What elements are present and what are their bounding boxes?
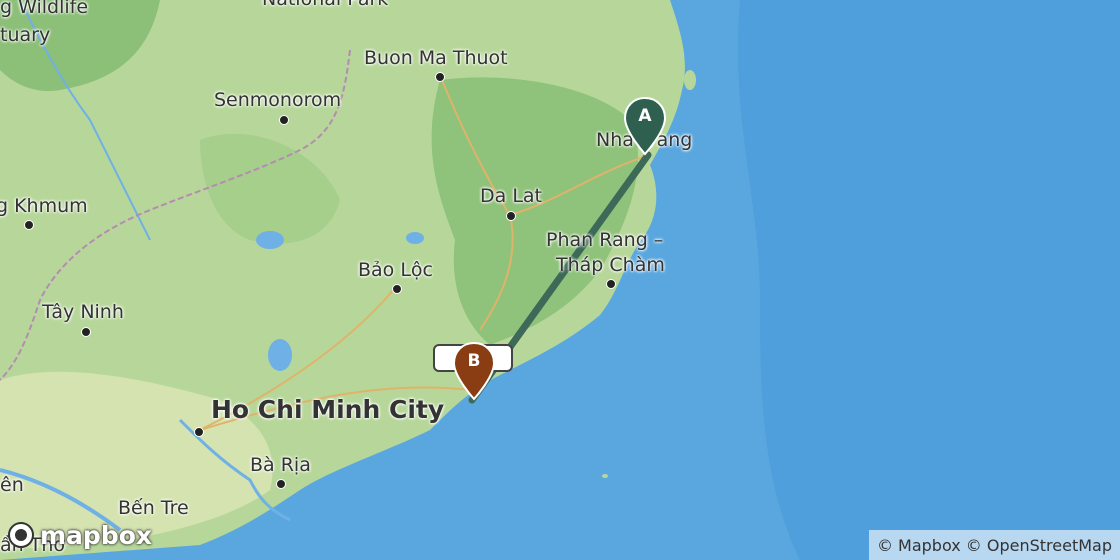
city-dot-ba-ria (276, 479, 286, 489)
label-bao-loc: Bảo Lộc (358, 259, 433, 281)
marker-a[interactable]: A (622, 96, 668, 156)
label-wildlife: g Wildlife (0, 0, 89, 18)
label-buon-ma-thuot: Buon Ma Thuot (364, 47, 508, 69)
label-sanctuary: tuary (0, 24, 51, 46)
map-attribution[interactable]: © Mapbox © OpenStreetMap (868, 530, 1120, 560)
city-dot-hcmc (194, 427, 204, 437)
map-pin-icon (452, 341, 496, 401)
city-dot-senmonorom (279, 115, 289, 125)
label-national-park: National Park (262, 0, 388, 10)
label-ho-chi-minh-city: Ho Chi Minh City (211, 395, 445, 424)
label-tay-ninh: Tây Ninh (42, 301, 124, 323)
label-phan-rang-line1: Phan Rang – (546, 229, 664, 251)
mapbox-logo[interactable]: mapbox (6, 518, 152, 552)
label-da-lat: Da Lat (480, 185, 542, 207)
label-ba-ria: Bà Rịa (250, 454, 311, 476)
mapbox-logo-icon (8, 522, 34, 548)
map-pin-icon (623, 96, 667, 156)
marker-a-label: A (638, 106, 652, 126)
map-canvas[interactable] (0, 0, 1120, 560)
city-dot-buon-ma-thuot (435, 72, 445, 82)
label-phan-rang-line2: Tháp Chàm (556, 254, 665, 276)
mapbox-logo-text: mapbox (40, 520, 153, 550)
label-khmum: g Khmum (0, 195, 88, 217)
city-dot-tay-ninh (81, 327, 91, 337)
label-ben-tre: Bến Tre (118, 497, 189, 519)
marker-b-label: B (467, 351, 481, 371)
label-senmonorom: Senmonorom (214, 89, 342, 111)
label-ven: ên (0, 474, 24, 496)
city-dot-bao-loc (392, 284, 402, 294)
city-dot-da-lat (506, 211, 516, 221)
city-dot-phan-rang (606, 279, 616, 289)
marker-b[interactable]: B (451, 341, 497, 401)
city-dot-khmum (24, 220, 34, 230)
